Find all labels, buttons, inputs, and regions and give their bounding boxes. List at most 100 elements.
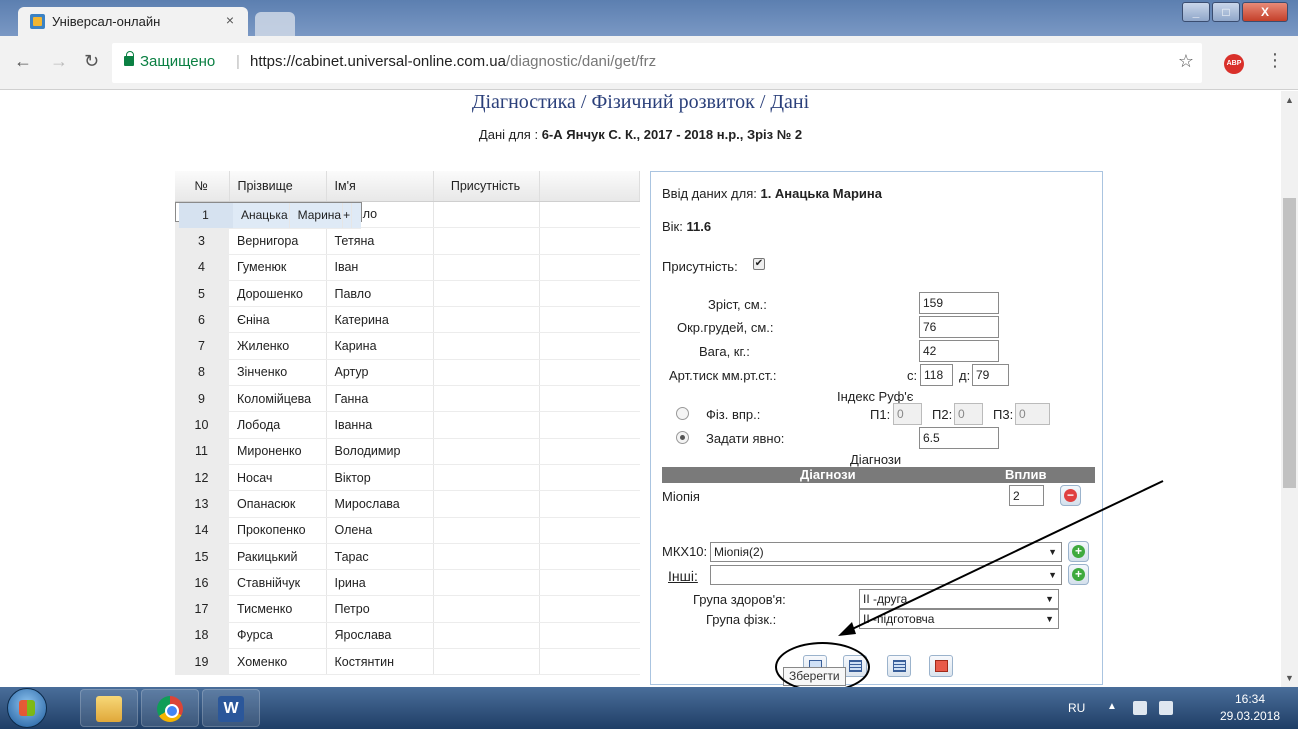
table-row[interactable]: 19 Хоменко Костянтин (175, 648, 640, 676)
row-empty (539, 622, 640, 650)
bp-systolic-label: с: (907, 368, 918, 383)
other-select[interactable]: ▼ (710, 565, 1062, 585)
health-group-select[interactable]: II -друга ▼ (859, 589, 1059, 609)
row-firstname: Віктор (326, 464, 434, 492)
url-path: /diagnostic/dani/get/frz (505, 53, 657, 70)
word-icon: W (218, 696, 244, 722)
close-window-button[interactable]: X (1242, 2, 1288, 22)
volume-icon[interactable] (1133, 701, 1147, 715)
row-presence (433, 306, 540, 334)
network-icon[interactable] (1159, 701, 1173, 715)
table-row[interactable]: 13 Опанасюк Мирослава (175, 490, 640, 518)
row-presence (433, 280, 540, 308)
add-mkx-button[interactable]: + (1068, 541, 1089, 562)
export-button[interactable] (929, 655, 953, 677)
bp-systolic-input[interactable]: 118 (920, 364, 953, 386)
table-row[interactable]: 18 Фурса Ярослава (175, 622, 640, 650)
table-row[interactable]: 6 Єніна Катерина (175, 306, 640, 334)
row-presence (433, 648, 540, 676)
table-row[interactable]: 3 Вернигора Тетяна (175, 227, 640, 255)
weight-input[interactable]: 42 (919, 340, 999, 362)
table-row[interactable]: 14 Прокопенко Олена (175, 517, 640, 544)
bp-diastolic-input[interactable]: 79 (972, 364, 1009, 386)
row-lastname: Вернигора (229, 227, 327, 255)
mkx-label: МКХ10: (662, 544, 708, 559)
chest-input[interactable]: 76 (919, 316, 999, 338)
table-row[interactable]: 16 Ставнійчук Ірина (175, 569, 640, 597)
row-empty (539, 332, 640, 360)
row-empty (539, 490, 640, 518)
row-number: 4 (175, 254, 229, 281)
row-empty (539, 543, 640, 571)
entry-heading: Ввід даних для: 1. Анацька Марина (662, 186, 882, 201)
table-row[interactable]: 5 Дорошенко Павло (175, 280, 640, 308)
table-row[interactable]: 12 Носач Віктор (175, 464, 640, 492)
bookmark-star-icon[interactable]: ☆ (1178, 51, 1194, 72)
minimize-button[interactable]: _ (1182, 2, 1210, 22)
table-row[interactable]: 17 Тисменко Петро (175, 595, 640, 623)
browser-tab-inactive[interactable] (255, 12, 295, 36)
row-presence (433, 411, 540, 439)
back-arrow-icon[interactable]: ← (14, 51, 32, 72)
taskbar-word[interactable]: W (202, 689, 260, 727)
table-row[interactable]: 15 Ракицький Тарас (175, 543, 640, 571)
table-row[interactable]: 10 Лобода Іванна (175, 411, 640, 439)
address-bar[interactable]: Защищено | https://cabinet.universal-onl… (112, 43, 1202, 83)
grid-view-button[interactable] (887, 655, 911, 677)
page-title: Діагностика / Фізичний розвиток / Дані (471, 91, 810, 113)
table-row[interactable]: 1 Анацька Марина + (175, 201, 363, 230)
adblock-icon[interactable]: ABP (1224, 54, 1244, 74)
forward-arrow-icon[interactable]: → (50, 51, 68, 72)
row-number: 9 (175, 385, 229, 413)
add-icon: + (1072, 545, 1085, 558)
col-header-firstname[interactable]: Ім'я (326, 171, 434, 202)
row-empty (539, 438, 640, 465)
scroll-down-icon[interactable]: ▼ (1285, 673, 1294, 683)
system-clock[interactable]: 16:34 29.03.2018 (1214, 691, 1286, 725)
p1-input[interactable]: 0 (893, 403, 922, 425)
mkx-select[interactable]: Міопія(2) ▼ (710, 542, 1062, 562)
p3-input[interactable]: 0 (1015, 403, 1050, 425)
row-presence (433, 254, 540, 281)
taskbar-chrome[interactable] (141, 689, 199, 727)
height-input[interactable]: 159 (919, 292, 999, 314)
row-number: 18 (175, 622, 229, 650)
col-header-presence[interactable]: Присутність (433, 171, 540, 202)
browser-tab[interactable]: Універсал-онлайн × (18, 7, 248, 36)
diagnosis-impact-input[interactable]: 2 (1009, 485, 1044, 506)
page-content: Діагностика / Фізичний розвиток / Дані Д… (0, 91, 1281, 687)
explicit-input[interactable]: 6.5 (919, 427, 999, 449)
p2-label: П2: (932, 407, 953, 422)
reload-icon[interactable]: ↻ (84, 51, 99, 72)
table-row[interactable]: 11 Мироненко Володимир (175, 438, 640, 465)
table-row[interactable]: 4 Гуменюк Іван (175, 254, 640, 281)
input-language[interactable]: RU (1068, 701, 1085, 715)
table-row[interactable]: 8 Зінченко Артур (175, 359, 640, 387)
browser-menu-icon[interactable]: ⋮ (1266, 50, 1284, 71)
start-button[interactable] (7, 688, 47, 728)
tab-close-icon[interactable]: × (226, 12, 234, 28)
ruffier-explicit-radio[interactable] (676, 431, 689, 444)
scrollbar-thumb[interactable] (1283, 198, 1296, 488)
col-header-lastname[interactable]: Прізвище (229, 171, 327, 202)
row-lastname: Тисменко (229, 595, 327, 623)
window-controls: _ □ X (1180, 2, 1288, 26)
add-other-button[interactable]: + (1068, 564, 1089, 585)
maximize-button[interactable]: □ (1212, 2, 1240, 22)
col-header-number[interactable]: № (175, 171, 230, 202)
entry-student-name: 1. Анацька Марина (760, 186, 882, 201)
page-scrollbar[interactable]: ▲ ▼ (1281, 91, 1298, 687)
chest-label: Окр.грудей, см.: (677, 320, 774, 335)
scroll-up-icon[interactable]: ▲ (1285, 95, 1294, 105)
age-value: 11.6 (686, 219, 712, 234)
clock-date: 29.03.2018 (1219, 709, 1281, 723)
p2-input[interactable]: 0 (954, 403, 983, 425)
ruffier-exercise-radio[interactable] (676, 407, 689, 420)
presence-checkbox[interactable]: ✔ (753, 258, 765, 270)
phys-group-select[interactable]: II -підготовча ▼ (859, 609, 1059, 629)
tray-expand-icon[interactable]: ▲ (1107, 701, 1117, 712)
taskbar-explorer[interactable] (80, 689, 138, 727)
remove-diagnosis-button[interactable]: − (1060, 485, 1081, 506)
table-row[interactable]: 7 Жиленко Карина (175, 332, 640, 360)
table-row[interactable]: 9 Коломійцева Ганна (175, 385, 640, 413)
